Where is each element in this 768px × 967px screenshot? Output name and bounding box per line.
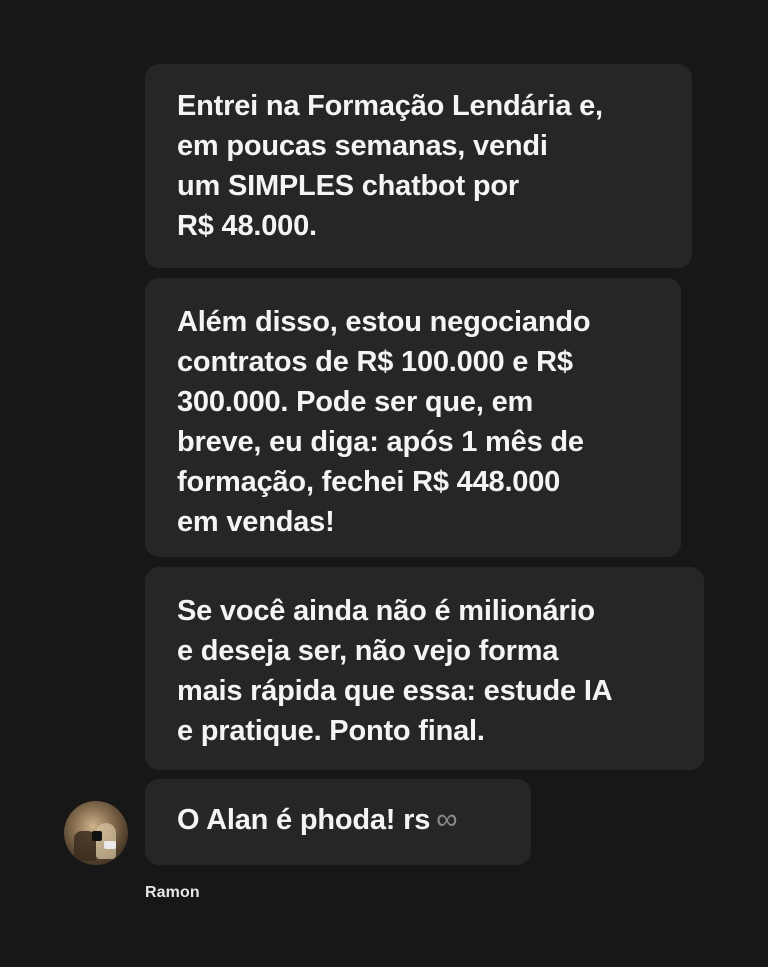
sender-avatar[interactable] [64,801,128,865]
message-text: Se você ainda não é milionário e deseja … [177,595,613,747]
message-text-row: O Alan é phoda! rs ∞ [177,800,511,840]
infinity-icon: ∞ [436,803,458,836]
sender-name: Ramon [145,884,200,901]
message-text: Além disso, estou negociando contratos d… [177,306,591,538]
message-text: Entrei na Formação Lendária e, em poucas… [177,90,603,242]
message-bubble: Entrei na Formação Lendária e, em poucas… [145,64,692,268]
message-bubble: O Alan é phoda! rs ∞ [145,779,531,865]
message-bubble: Além disso, estou negociando contratos d… [145,278,681,557]
message-bubble: Se você ainda não é milionário e deseja … [145,567,704,770]
message-text: O Alan é phoda! rs [177,804,431,836]
